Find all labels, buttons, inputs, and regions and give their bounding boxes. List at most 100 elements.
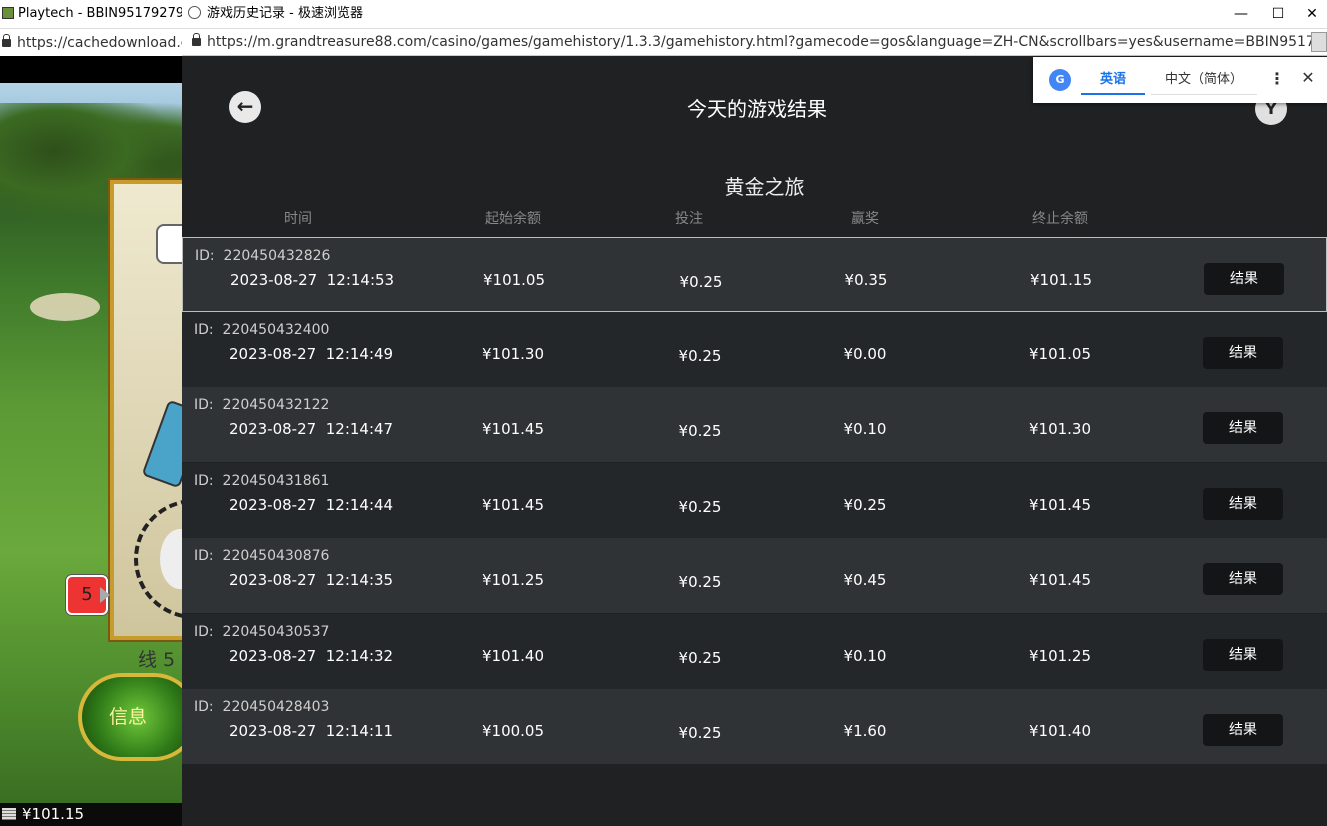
result-button[interactable]: 结果 (1203, 488, 1283, 520)
golf-game-canvas[interactable]: 5 线 5 信息 (0, 83, 182, 803)
address-bar[interactable]: https://m.grandtreasure88.com/casino/gam… (182, 28, 1327, 56)
translate-tab-english[interactable]: 英语 (1081, 67, 1145, 95)
background-address-bar[interactable]: https://cachedownload.g (0, 28, 182, 56)
column-header-win: 赢奖 (851, 211, 879, 227)
end-balance: ¥101.30 (1028, 420, 1092, 438)
coins-icon (2, 808, 16, 820)
bet-amount: ¥0.25 (678, 724, 722, 742)
translate-tab-chinese[interactable]: 中文（简体） (1151, 67, 1257, 95)
round-datetime: 2023-08-27 12:14:47 (229, 420, 394, 438)
win-amount: ¥0.10 (843, 647, 887, 665)
end-balance: ¥101.25 (1028, 647, 1092, 665)
close-icon: ✕ (1301, 68, 1315, 87)
start-balance: ¥100.05 (481, 722, 545, 740)
golf-bag-symbol (141, 399, 182, 489)
round-id: ID: 220450428403 (194, 699, 330, 715)
result-button[interactable]: 结果 (1204, 263, 1284, 295)
url-text: https://m.grandtreasure88.com/casino/gam… (207, 34, 1327, 50)
balance-value: ¥101.15 (22, 805, 85, 823)
background-header-strip (0, 56, 182, 83)
background-window-title: Playtech - BBIN951792798 - (18, 6, 182, 21)
round-id: ID: 220450430537 (194, 624, 330, 640)
history-row[interactable]: ID: 220450432122 2023-08-27 12:14:47 ¥10… (182, 387, 1327, 462)
column-header-start-balance: 起始余额 (485, 211, 541, 227)
history-row[interactable]: ID: 220450431861 2023-08-27 12:14:44 ¥10… (182, 463, 1327, 538)
more-vertical-icon: ⋮ (1269, 69, 1285, 88)
translate-bar: G 英语 中文（简体） ⋮ ✕ (1033, 57, 1327, 103)
history-row[interactable]: ID: 220450430537 2023-08-27 12:14:32 ¥10… (182, 614, 1327, 689)
bet-amount: ¥0.25 (678, 498, 722, 516)
round-datetime: 2023-08-27 12:14:44 (229, 496, 394, 514)
lock-icon (192, 33, 201, 46)
balance-bar: ¥101.15 (0, 803, 182, 826)
browser-globe-icon (188, 6, 201, 19)
game-app-icon (2, 7, 14, 19)
background-window-titlebar[interactable]: Playtech - BBIN951792798 - (0, 0, 182, 28)
line-label: 线 5 (138, 649, 176, 671)
payline-marker[interactable]: 5 (66, 575, 110, 615)
result-button[interactable]: 结果 (1203, 714, 1283, 746)
lock-icon (2, 34, 11, 47)
win-amount: ¥0.45 (843, 571, 887, 589)
result-button[interactable]: 结果 (1203, 337, 1283, 369)
minimize-button[interactable]: — (1223, 0, 1259, 28)
result-button[interactable]: 结果 (1203, 639, 1283, 671)
close-window-button[interactable]: ✕ (1297, 0, 1327, 28)
round-datetime: 2023-08-27 12:14:11 (229, 722, 394, 740)
win-amount: ¥0.35 (844, 271, 888, 289)
minimize-icon: — (1234, 6, 1248, 22)
end-balance: ¥101.45 (1028, 571, 1092, 589)
info-button[interactable]: 信息 (78, 673, 182, 761)
history-row[interactable]: ID: 220450432400 2023-08-27 12:14:49 ¥10… (182, 312, 1327, 387)
column-header-bet: 投注 (675, 211, 703, 227)
round-datetime: 2023-08-27 12:14:35 (229, 571, 394, 589)
round-datetime: 2023-08-27 12:14:32 (229, 647, 394, 665)
start-balance: ¥101.05 (482, 271, 546, 289)
maximize-button[interactable]: ☐ (1260, 0, 1296, 28)
end-balance: ¥101.15 (1029, 271, 1093, 289)
win-amount: ¥0.25 (843, 496, 887, 514)
background-game-window: Playtech - BBIN951792798 - https://cache… (0, 0, 182, 826)
window-title: 游戏历史记录 - 极速浏览器 (207, 6, 363, 21)
sand-bunker (30, 293, 100, 321)
round-id: ID: 220450432400 (194, 322, 330, 338)
golf-cart-symbol (156, 224, 182, 264)
result-button[interactable]: 结果 (1203, 563, 1283, 595)
end-balance: ¥101.40 (1028, 722, 1092, 740)
game-history-page: ← 今天的游戏结果 Y 黄金之旅 时间 起始余额 投注 赢奖 终止余额 ID: … (182, 57, 1327, 826)
bet-amount: ¥0.25 (678, 422, 722, 440)
win-amount: ¥0.10 (843, 420, 887, 438)
background-url-text: https://cachedownload.g (17, 35, 182, 51)
start-balance: ¥101.30 (481, 345, 545, 363)
translate-page-icon[interactable] (1311, 32, 1327, 52)
round-id: ID: 220450430876 (194, 548, 330, 564)
game-name: 黄金之旅 (724, 175, 805, 199)
history-row[interactable]: ID: 220450432826 2023-08-27 12:14:53 ¥10… (182, 237, 1327, 312)
history-browser-window: 游戏历史记录 - 极速浏览器 — ☐ ✕ https://m.grandtrea… (182, 0, 1327, 826)
win-amount: ¥1.60 (843, 722, 887, 740)
history-row[interactable]: ID: 220450428403 2023-08-27 12:14:11 ¥10… (182, 689, 1327, 764)
round-id: ID: 220450432122 (194, 397, 330, 413)
history-row[interactable]: ID: 220450430876 2023-08-27 12:14:35 ¥10… (182, 538, 1327, 613)
google-translate-icon: G (1049, 69, 1071, 91)
start-balance: ¥101.45 (481, 496, 545, 514)
window-titlebar[interactable]: 游戏历史记录 - 极速浏览器 (182, 0, 1327, 28)
start-balance: ¥101.45 (481, 420, 545, 438)
close-icon: ✕ (1306, 6, 1318, 22)
round-datetime: 2023-08-27 12:14:49 (229, 345, 394, 363)
bet-amount: ¥0.25 (678, 347, 722, 365)
reel-panel[interactable] (110, 180, 182, 640)
bet-amount: ¥0.25 (679, 273, 723, 291)
bet-amount: ¥0.25 (678, 573, 722, 591)
translate-close-button[interactable]: ✕ (1299, 68, 1317, 87)
start-balance: ¥101.25 (481, 571, 545, 589)
column-header-time: 时间 (284, 211, 312, 227)
column-header-end-balance: 终止余额 (1032, 211, 1088, 227)
round-id: ID: 220450431861 (194, 473, 330, 489)
round-id: ID: 220450432826 (195, 248, 331, 264)
win-amount: ¥0.00 (843, 345, 887, 363)
translate-menu-button[interactable]: ⋮ (1269, 69, 1285, 88)
result-button[interactable]: 结果 (1203, 412, 1283, 444)
end-balance: ¥101.45 (1028, 496, 1092, 514)
bet-amount: ¥0.25 (678, 649, 722, 667)
